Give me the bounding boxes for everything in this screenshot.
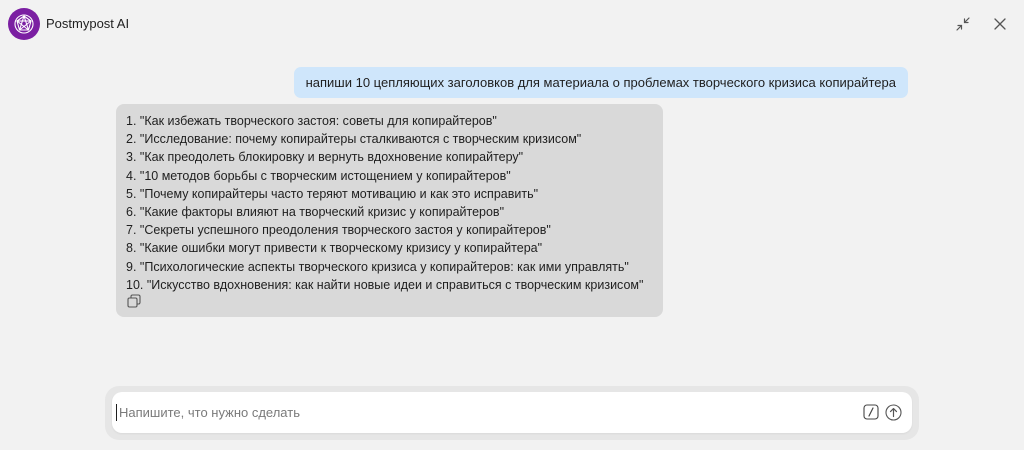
minimize-button[interactable] (953, 14, 973, 34)
answer-list: 1. "Как избежать творческого застоя: сов… (126, 112, 653, 294)
app-logo (8, 8, 40, 40)
answer-item: 3. "Как преодолеть блокировку и вернуть … (126, 150, 524, 165)
assistant-message: 1. "Как избежать творческого застоя: сов… (116, 104, 663, 317)
answer-item: 4. "10 методов борьбы с творческим истощ… (126, 168, 511, 183)
answer-item: 5. "Почему копирайтеры часто теряют моти… (126, 186, 539, 201)
collapse-arrows-icon (956, 17, 970, 31)
composer (105, 386, 919, 440)
slash-command-icon (863, 404, 879, 420)
slash-command-button[interactable] (863, 404, 879, 420)
copy-icon (127, 294, 141, 308)
answer-item: 6. "Какие факторы влияют на творческий к… (126, 205, 505, 220)
send-arrow-icon (885, 404, 902, 421)
close-button[interactable] (990, 14, 1010, 34)
close-icon (994, 18, 1006, 30)
send-button[interactable] (885, 404, 902, 421)
composer-box (112, 392, 912, 433)
answer-item: 9. "Психологические аспекты творческого … (126, 259, 629, 274)
answer-item: 2. "Исследование: почему копирайтеры ста… (126, 132, 582, 147)
header: Postmypost AI (0, 0, 1024, 48)
answer-item: 7. "Секреты успешного преодоления творче… (126, 223, 551, 238)
answer-item: 1. "Как избежать творческого застоя: сов… (126, 114, 497, 128)
user-message: напиши 10 цепляющих заголовков для матер… (293, 67, 908, 98)
copy-button[interactable] (126, 293, 142, 309)
app-title: Postmypost AI (46, 16, 130, 31)
logo-icon (14, 14, 34, 34)
answer-item: 8. "Какие ошибки могут привести к творче… (126, 241, 543, 256)
prompt-input[interactable] (116, 404, 836, 421)
answer-item: 10. "Искусство вдохновения: как найти но… (126, 277, 644, 292)
